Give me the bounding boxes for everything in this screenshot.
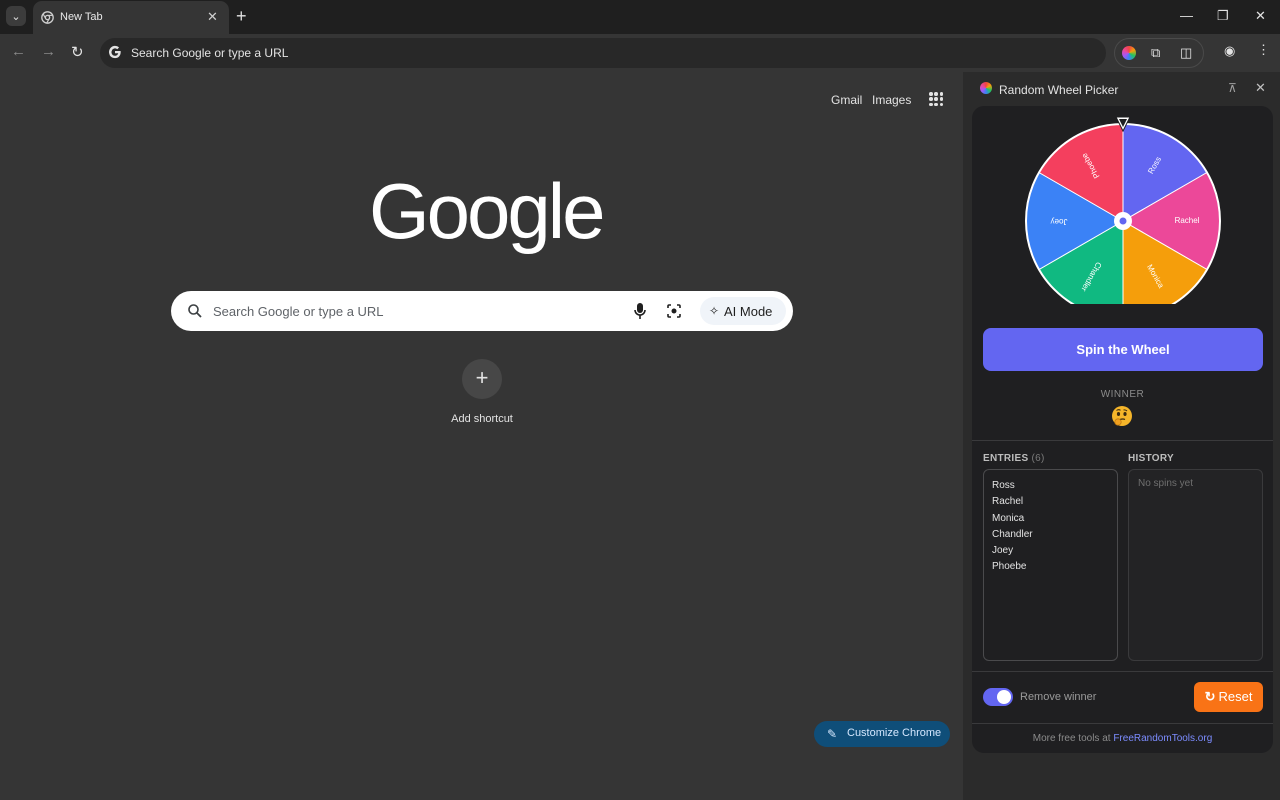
gmail-link[interactable]: Gmail xyxy=(831,93,862,107)
tab-strip: ⌄ New Tab ✕ + — ❐ ✕ xyxy=(0,0,1280,34)
search-icon xyxy=(188,304,202,318)
google-logo: Google xyxy=(369,167,606,255)
entry-item: Chandler xyxy=(992,528,1033,540)
remove-winner-toggle[interactable] xyxy=(983,688,1013,706)
spin-wheel[interactable]: RossRachelMonicaChandlerJoeyPhoebe xyxy=(1024,114,1224,319)
omnibox-text: Search Google or type a URL xyxy=(131,46,289,60)
close-panel-icon[interactable]: ✕ xyxy=(1255,80,1266,96)
images-link[interactable]: Images xyxy=(872,93,911,107)
side-panel-title: Random Wheel Picker xyxy=(999,83,1119,97)
refresh-icon: ↻ xyxy=(1204,689,1216,704)
customize-chrome-button[interactable]: ✎ Customize Chrome xyxy=(814,721,950,747)
google-lens-icon[interactable] xyxy=(666,303,682,319)
ntp-search-box[interactable]: Search Google or type a URL ✧ AI Mode xyxy=(171,291,793,331)
entries-textarea[interactable]: Ross Rachel Monica Chandler Joey Phoebe xyxy=(983,469,1118,661)
winner-label: WINNER xyxy=(1100,389,1145,400)
entry-item: Monica xyxy=(992,512,1025,524)
reload-icon[interactable]: ↻ xyxy=(71,43,84,61)
new-tab-page: Gmail Images Google Search Google or typ… xyxy=(0,72,963,800)
add-shortcut-label[interactable]: Add shortcut xyxy=(440,413,524,425)
side-panel-icon[interactable]: ◫ xyxy=(1180,45,1192,61)
history-list: No spins yet xyxy=(1128,469,1263,661)
extensions-group: ⧉ ◫ xyxy=(1114,38,1204,68)
side-panel: Random Wheel Picker ⊼ ✕ Ross Rachel Monica… xyxy=(963,72,1280,800)
unpin-icon[interactable]: ⊼ xyxy=(1228,81,1237,95)
divider xyxy=(972,723,1273,724)
ai-mode-button[interactable]: ✧ AI Mode xyxy=(700,297,786,325)
entry-item: Rachel xyxy=(992,496,1024,508)
chrome-icon xyxy=(41,11,54,24)
entry-item: Ross xyxy=(992,480,1015,491)
wheel-container: Ross Rachel Monica Chandler Joey Phoebe xyxy=(1024,114,1224,319)
footer-text: More free tools at FreeRandomTools.org xyxy=(1032,733,1213,744)
history-empty-text: No spins yet xyxy=(1138,478,1194,489)
microphone-icon[interactable] xyxy=(633,302,647,320)
back-icon[interactable]: ← xyxy=(11,43,26,60)
forward-icon[interactable]: → xyxy=(41,43,56,60)
menu-icon[interactable]: ⋮ xyxy=(1257,42,1270,58)
history-label: HISTORY xyxy=(1128,453,1174,464)
customize-chrome-label: Customize Chrome xyxy=(847,727,942,739)
tab-close-icon[interactable]: ✕ xyxy=(207,9,218,25)
new-tab-button[interactable]: + xyxy=(236,7,247,25)
ai-mode-label: AI Mode xyxy=(724,304,773,319)
side-panel-header: Random Wheel Picker ⊼ ✕ xyxy=(963,72,1280,106)
restore-icon[interactable]: ❐ xyxy=(1217,8,1229,24)
search-placeholder: Search Google or type a URL xyxy=(213,304,384,319)
toolbar: ← → ↻ Search Google or type a URL ⧉ ◫ ◉ … xyxy=(0,34,1280,72)
apps-grid-icon[interactable] xyxy=(929,92,944,107)
omnibox[interactable]: Search Google or type a URL xyxy=(100,38,1106,68)
free-random-tools-link[interactable]: FreeRandomTools.org xyxy=(1113,733,1212,744)
entry-item: Joey xyxy=(992,545,1014,557)
google-g-icon xyxy=(108,45,121,59)
wheel-label: Rachel xyxy=(1175,216,1200,225)
remove-winner-label: Remove winner xyxy=(1020,691,1097,703)
tab-search-button[interactable]: ⌄ xyxy=(6,6,26,26)
toggle-knob xyxy=(997,690,1011,704)
puzzle-icon[interactable]: ⧉ xyxy=(1151,45,1160,61)
entry-item: Phoebe xyxy=(992,561,1027,573)
wheel-picker-card: Ross Rachel Monica Chandler Joey Phoebe Spin … xyxy=(972,106,1273,753)
tab-title: New Tab xyxy=(60,11,103,23)
minimize-icon[interactable]: — xyxy=(1180,8,1193,23)
pencil-icon: ✎ xyxy=(827,727,838,741)
wheel-label: Joey xyxy=(1051,217,1068,226)
thinking-face-icon xyxy=(1110,404,1134,428)
divider xyxy=(972,671,1273,672)
reset-button[interactable]: ↻ Reset xyxy=(1194,682,1263,712)
add-shortcut-button[interactable]: + xyxy=(462,359,502,399)
profile-icon[interactable]: ◉ xyxy=(1224,43,1235,59)
reset-label: Reset xyxy=(1218,689,1253,704)
spin-button[interactable]: Spin the Wheel xyxy=(983,328,1263,371)
entries-label: ENTRIES (6) xyxy=(983,453,1045,464)
entries-count: (6) xyxy=(1031,453,1045,464)
divider xyxy=(972,440,1273,441)
sparkle-search-icon: ✧ xyxy=(709,304,720,318)
wheel-extension-icon[interactable] xyxy=(1122,46,1136,60)
wheel-logo-icon xyxy=(980,82,992,94)
tab-new-tab[interactable]: New Tab ✕ xyxy=(33,1,229,34)
close-window-icon[interactable]: ✕ xyxy=(1255,8,1266,24)
